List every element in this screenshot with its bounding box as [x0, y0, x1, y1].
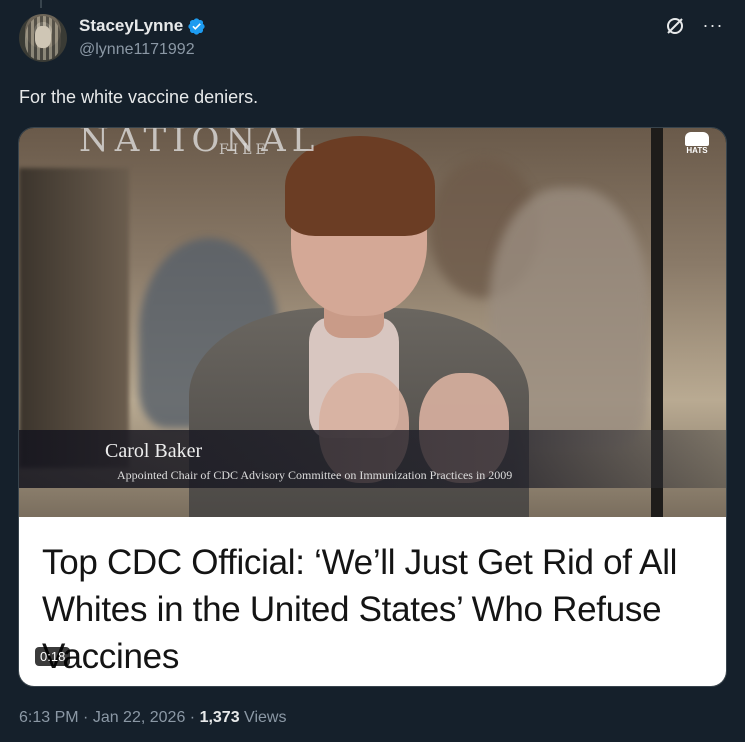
caption-title: Appointed Chair of CDC Advisory Committe… [117, 468, 513, 482]
hat-logo: HATS [679, 132, 715, 162]
video-watermark-sub: FILE [219, 142, 270, 158]
meta-separator: · [185, 709, 200, 726]
tweet-top-actions: ··· [663, 14, 725, 38]
hat-icon [685, 132, 709, 146]
video-background-left [19, 168, 129, 468]
video-lower-third: Carol Baker Appointed Chair of CDC Advis… [19, 430, 726, 488]
author-name-row: StaceyLynne [79, 16, 206, 36]
tweet-time[interactable]: 6:13 PM [19, 709, 79, 726]
verified-badge-icon [188, 17, 205, 35]
video-media[interactable]: NATIONAL FILE HATS Carol Baker Appointed… [18, 127, 727, 687]
thread-connector-line [40, 0, 42, 8]
grok-icon[interactable] [663, 14, 687, 38]
tweet-date[interactable]: Jan 22, 2026 [93, 709, 186, 726]
hat-logo-label: HATS [686, 146, 708, 155]
video-frame[interactable]: NATIONAL FILE HATS Carol Baker Appointed… [19, 128, 726, 517]
tweet-text: For the white vaccine deniers. [19, 87, 259, 107]
author-handle[interactable]: @lynne1171992 [79, 41, 195, 59]
author-display-name[interactable]: StaceyLynne [79, 16, 183, 36]
video-headline: Top CDC Official: ‘We’ll Just Get Rid of… [42, 543, 678, 676]
tweet-meta-row: 6:13 PM · Jan 22, 2026 · 1,373 Views [19, 709, 286, 727]
views-count: 1,373 [199, 709, 240, 726]
headline-panel: Top CDC Official: ‘We’ll Just Get Rid of… [19, 517, 726, 686]
caption-name: Carol Baker [105, 440, 203, 462]
video-watermark: NATIONAL [79, 128, 321, 160]
views-label: Views [239, 709, 287, 726]
avatar-face [35, 26, 51, 48]
video-duration-badge: 0:18 [35, 647, 71, 666]
meta-separator: · [78, 709, 93, 726]
avatar[interactable] [19, 14, 67, 62]
more-icon[interactable]: ··· [701, 14, 725, 38]
